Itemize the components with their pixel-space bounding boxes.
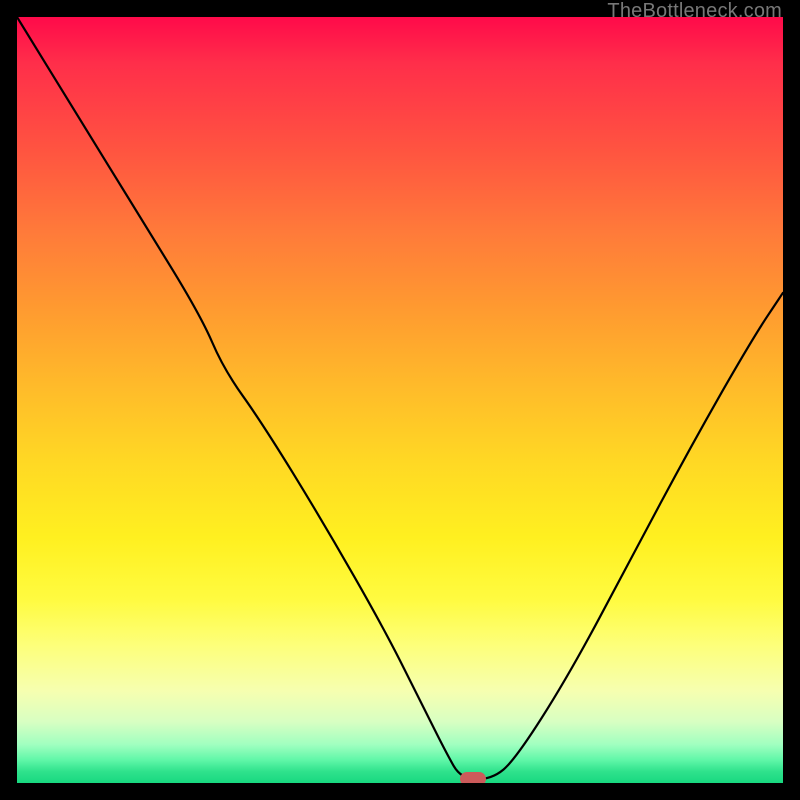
optimal-point-marker: [460, 772, 486, 783]
plot-area: [17, 17, 783, 783]
bottleneck-curve: [17, 17, 783, 783]
chart-frame: TheBottleneck.com: [0, 0, 800, 800]
watermark-text: TheBottleneck.com: [607, 0, 782, 23]
